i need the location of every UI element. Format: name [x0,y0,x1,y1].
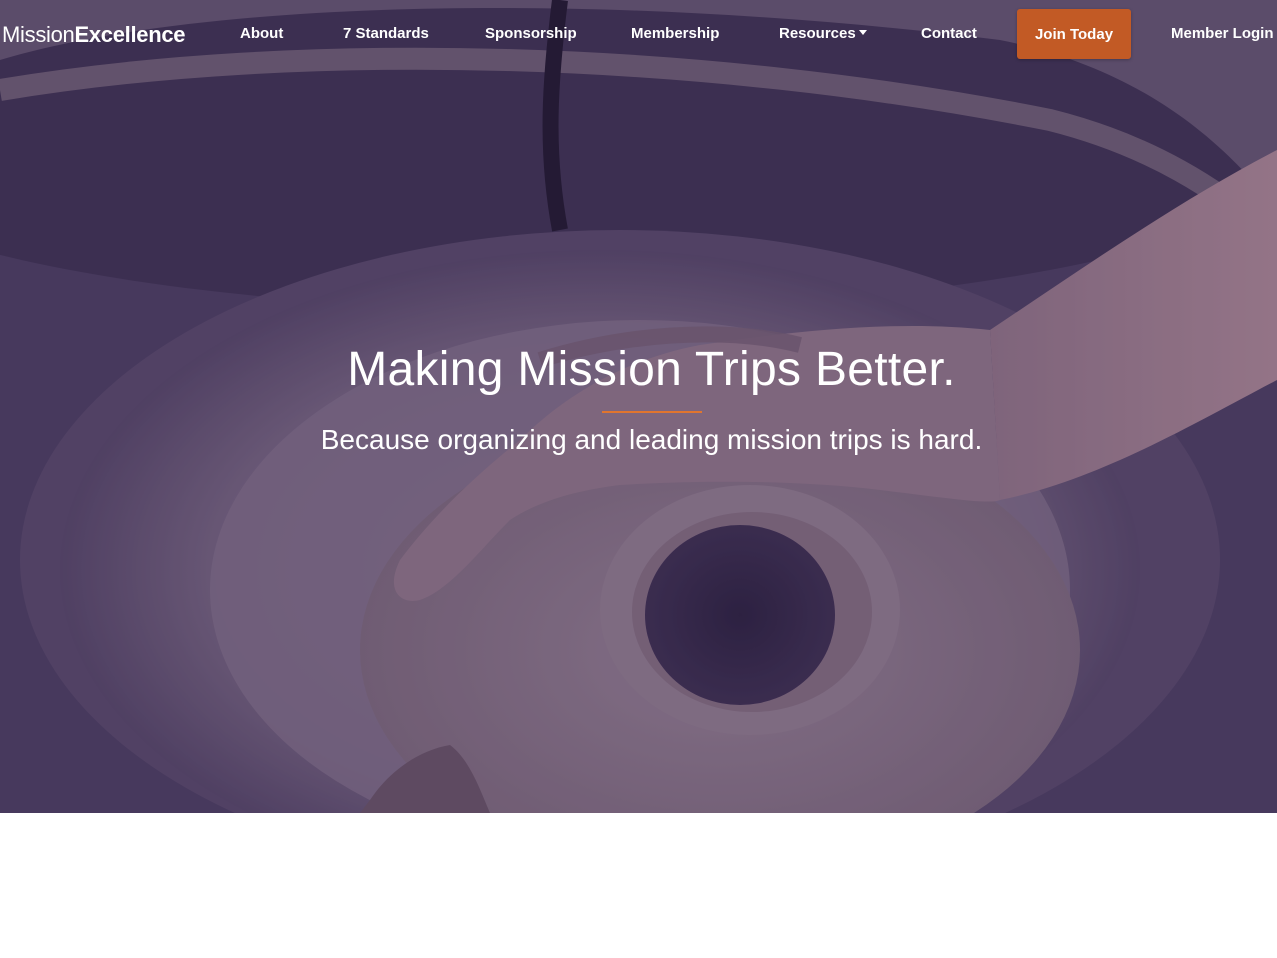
hero-overlay [0,0,1277,813]
nav-link-label: Member Login [1171,25,1274,42]
nav-link-about[interactable]: About [240,25,283,42]
nav-link-membership[interactable]: Membership [631,25,719,42]
member-login-link[interactable]: Member Login [1171,25,1274,42]
nav-link-sponsorship[interactable]: Sponsorship [485,25,577,42]
hero-section: MissionExcellence About 7 Standards Spon… [0,0,1277,813]
nav-link-label: About [240,25,284,42]
hero-subtitle: Because organizing and leading mission t… [320,424,983,455]
hero-title: Making Mission Trips Better. [347,343,956,396]
nav-link-label: 7 Standards [343,25,429,42]
nav-link-contact[interactable]: Contact [921,25,977,42]
top-navigation: MissionExcellence About 7 Standards Spon… [0,0,1277,68]
title-divider [602,411,702,413]
nav-link-resources[interactable]: Resources [779,25,867,42]
nav-link-label: Resources [779,25,856,42]
nav-link-label: Contact [921,25,977,42]
nav-link-label: Sponsorship [485,25,577,42]
nav-link-7-standards[interactable]: 7 Standards [343,25,429,42]
logo-text-light: Mission [2,22,75,47]
nav-link-label: Membership [631,25,720,42]
caret-down-icon [858,30,867,35]
logo-text-bold: Excellence [74,22,186,47]
site-logo[interactable]: MissionExcellence [2,22,186,48]
join-today-button[interactable]: Join Today [1017,9,1131,59]
